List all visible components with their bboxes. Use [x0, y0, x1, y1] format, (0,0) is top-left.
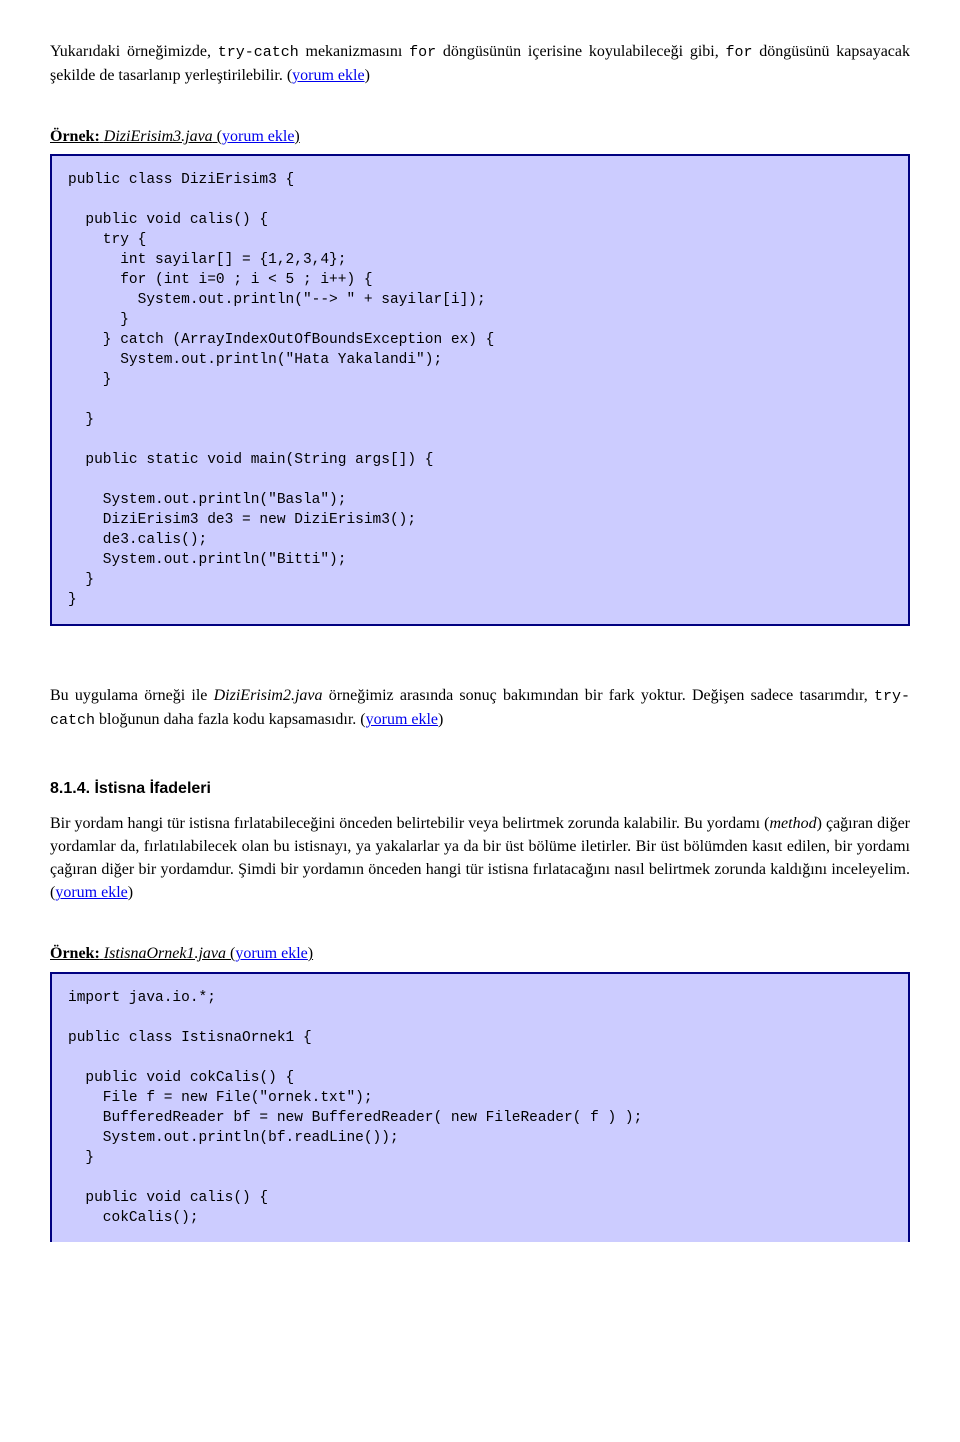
section-heading: 8.1.4. İstisna İfadeleri — [50, 780, 910, 798]
paragraph-2: Bu uygulama örneği ile DiziErisim2.java … — [50, 684, 910, 732]
example-label-2: Örnek: IstisnaOrnek1.java (yorum ekle) — [50, 942, 910, 965]
paragraph-1: Yukarıdaki örneğimizde, try-catch mekani… — [50, 40, 910, 87]
code-block-1: public class DiziErisim3 { public void c… — [50, 154, 910, 626]
example-label-1: Örnek: DiziErisim3.java (yorum ekle) — [50, 125, 910, 148]
comment-link-2[interactable]: yorum ekle — [222, 128, 294, 145]
paragraph-3: Bir yordam hangi tür istisna fırlatabile… — [50, 812, 910, 905]
comment-link-4[interactable]: yorum ekle — [55, 884, 127, 901]
comment-link-5[interactable]: yorum ekle — [235, 945, 307, 962]
code-block-2: import java.io.*; public class IstisnaOr… — [50, 972, 910, 1242]
comment-link-3[interactable]: yorum ekle — [366, 711, 438, 728]
comment-link-1[interactable]: yorum ekle — [292, 67, 364, 84]
